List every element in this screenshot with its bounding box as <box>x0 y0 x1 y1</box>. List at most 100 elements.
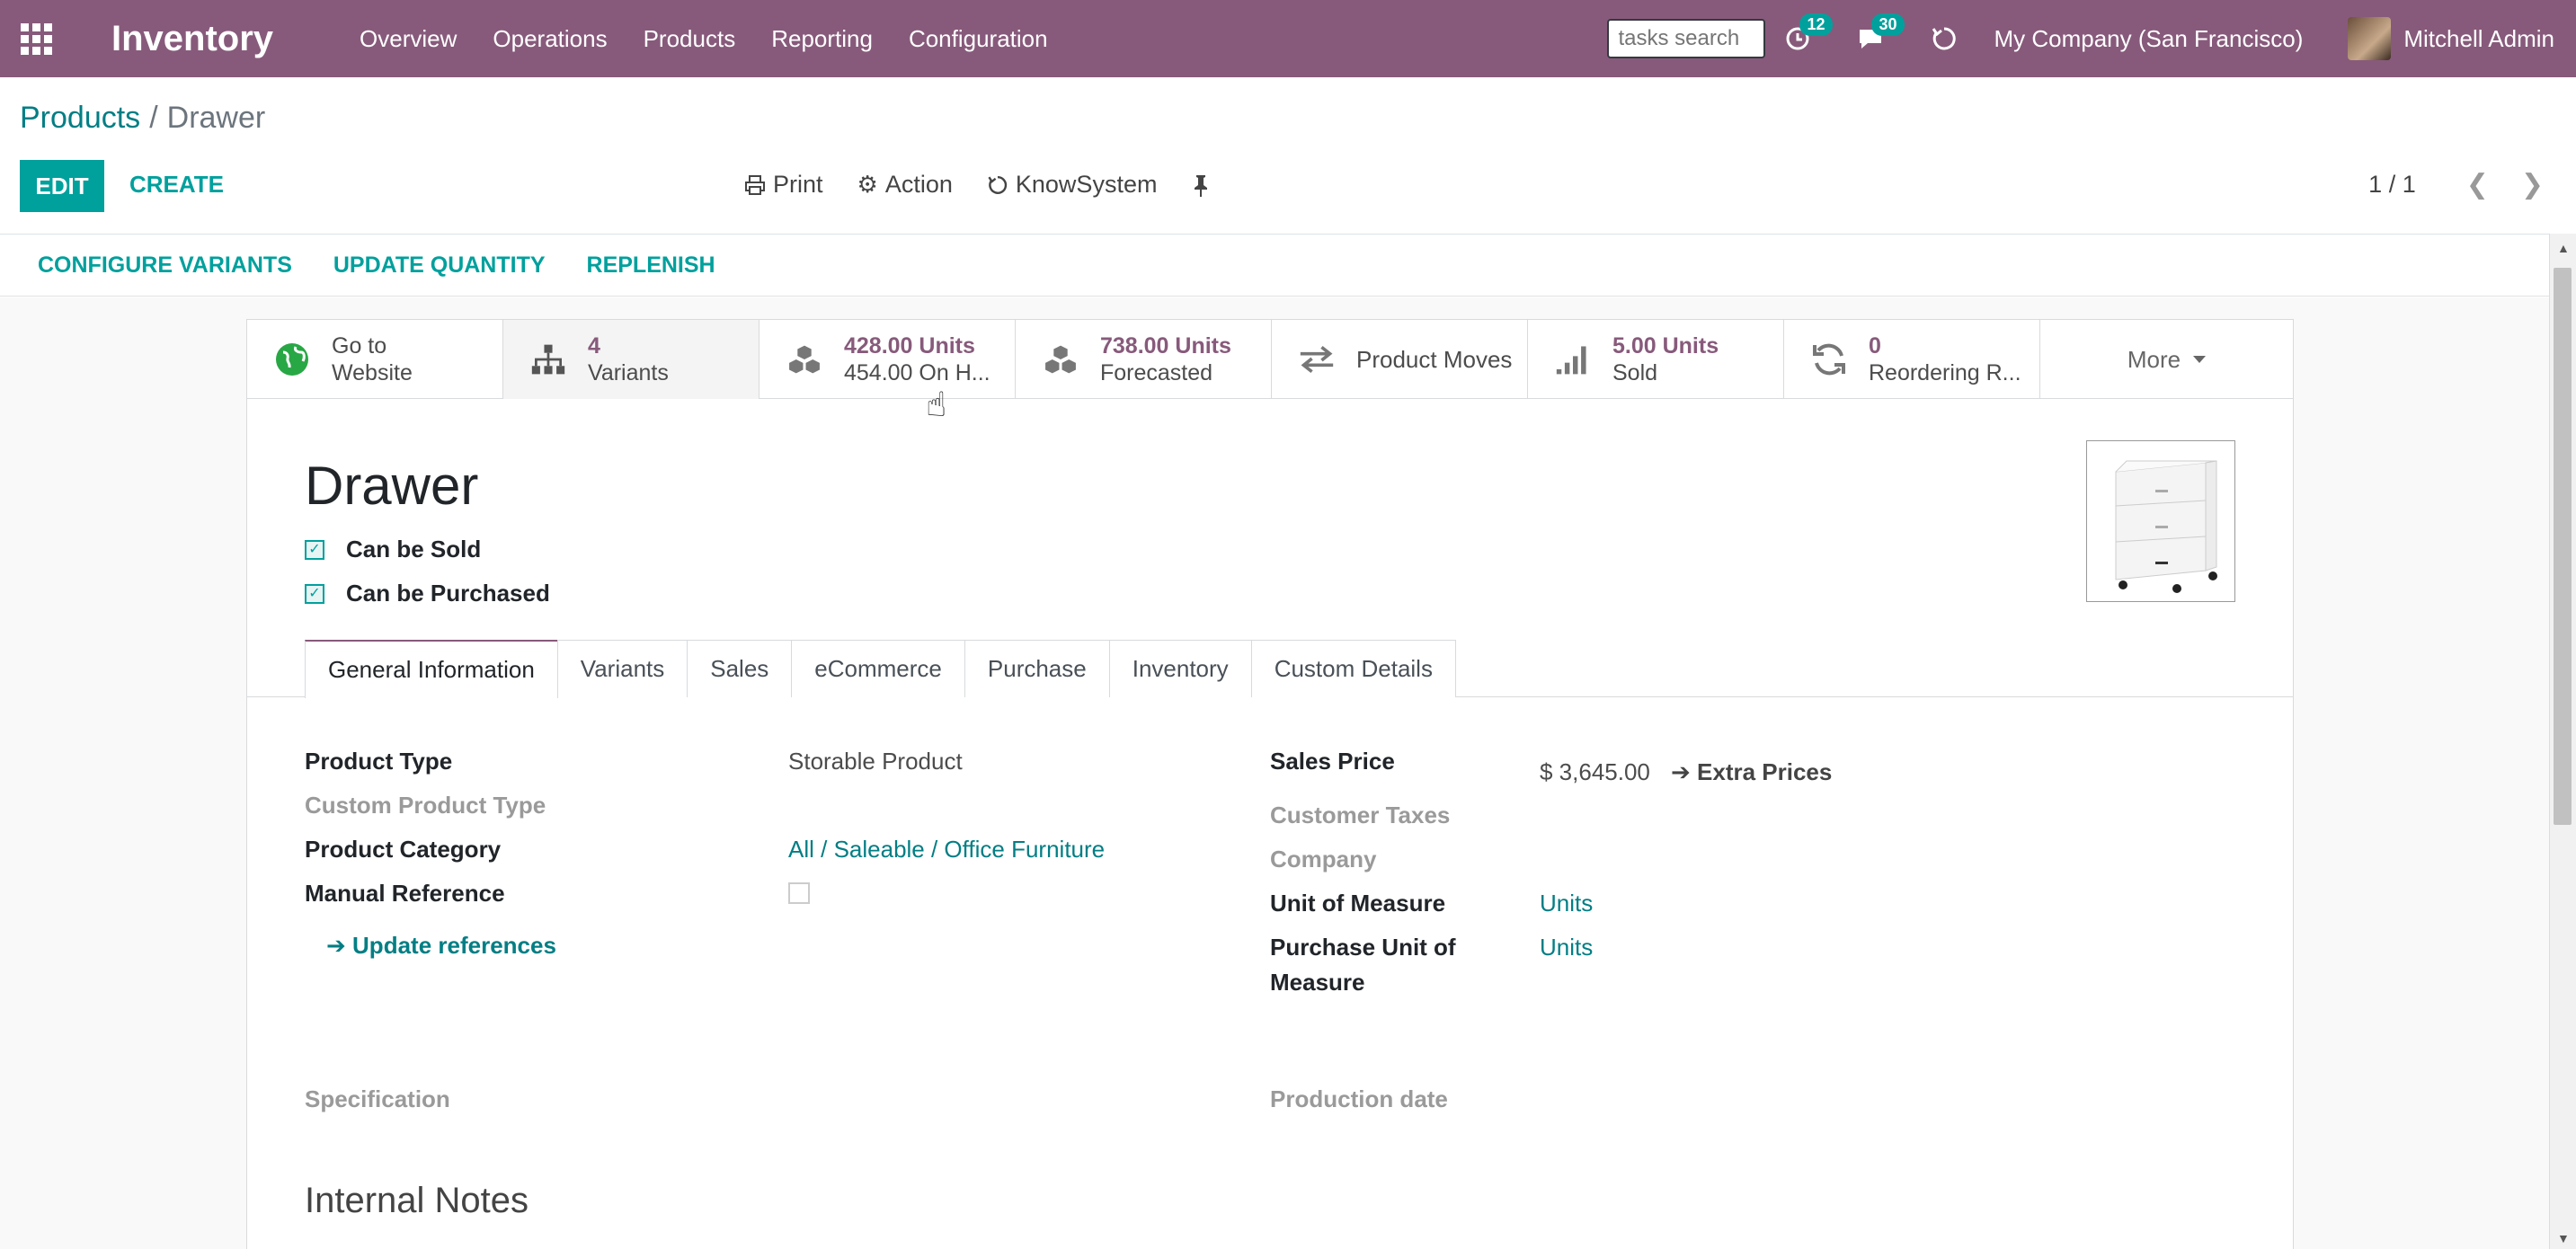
smart-button-box: Go to Website 4 Variants ☝ 428.00 Units 454… <box>247 320 2293 424</box>
tab-sales[interactable]: Sales <box>687 640 793 697</box>
user-menu[interactable]: Mitchell Admin <box>2403 25 2554 53</box>
configure-variants-button[interactable]: CONFIGURE VARIANTS <box>38 252 292 279</box>
update-references-button[interactable]: ➔ Update references <box>326 932 556 960</box>
messages-button[interactable]: 30 <box>1857 13 1905 51</box>
globe-icon <box>274 341 310 377</box>
pin-icon <box>1195 174 1208 197</box>
product-category-label: Product Category <box>305 836 502 863</box>
can-be-sold-checkbox[interactable]: ✓ <box>305 539 324 560</box>
tab-general-information[interactable]: General Information <box>305 640 558 698</box>
sold-quantity: 5.00 Units <box>1612 333 1719 359</box>
product-moves-label: Product Moves <box>1356 346 1513 373</box>
apps-menu-icon[interactable] <box>0 0 72 77</box>
reordering-smart-button[interactable]: 0 Reordering R... <box>1784 320 2040 399</box>
product-image[interactable] <box>2086 440 2235 602</box>
create-button[interactable]: CREATE <box>129 171 224 199</box>
scroll-down-arrow-icon[interactable]: ▼ <box>2557 1231 2570 1245</box>
product-name[interactable]: Drawer <box>305 455 478 517</box>
tab-purchase[interactable]: Purchase <box>964 640 1110 697</box>
can-be-sold-label: Can be Sold <box>346 536 482 562</box>
replenish-button[interactable]: REPLENISH <box>587 252 715 279</box>
knowsystem-systray[interactable] <box>1931 25 1958 52</box>
forecasted-smart-button[interactable]: 738.00 Units Forecasted <box>1016 320 1272 399</box>
exchange-arrows-icon <box>1299 341 1335 377</box>
menu-configuration[interactable]: Configuration <box>909 25 1048 53</box>
reordering-label: Reordering R... <box>1869 360 2021 385</box>
tab-custom-details[interactable]: Custom Details <box>1250 640 1456 697</box>
variants-smart-button[interactable]: 4 Variants ☝ <box>503 320 946 424</box>
sales-price-value[interactable]: $ 3,645.00 <box>1540 758 1650 786</box>
custom-product-type-label: Custom Product Type <box>305 792 546 819</box>
form-view: Go to Website 4 Variants ☝ 428.00 Units 454… <box>0 297 2549 1249</box>
print-menu[interactable]: Print <box>744 171 823 199</box>
website-line1: Go to <box>332 333 387 359</box>
tab-variants[interactable]: Variants <box>556 640 688 697</box>
pager-value[interactable]: 1 / 1 <box>2368 171 2416 199</box>
messages-count-badge: 30 <box>1871 13 1905 36</box>
menu-overview[interactable]: Overview <box>360 25 457 53</box>
form-sheet: Go to Website 4 Variants ☝ 428.00 Units 454… <box>246 319 2294 1249</box>
sold-label: Sold <box>1612 360 1658 385</box>
tasks-search-input[interactable] <box>1607 19 1766 58</box>
top-navbar: Inventory Overview Operations Products R… <box>0 0 2576 77</box>
tab-ecommerce[interactable]: eCommerce <box>791 640 965 697</box>
website-line2: Website <box>332 360 413 385</box>
purchase-uom-label-2: Measure <box>1270 969 1365 996</box>
pager-next-icon[interactable]: ❯ <box>2521 169 2544 200</box>
edit-button[interactable]: EDIT <box>20 160 104 212</box>
scroll-thumb[interactable] <box>2554 268 2572 825</box>
knowsystem-menu[interactable]: KnowSystem <box>987 171 1157 199</box>
breadcrumb: Products / Drawer <box>20 101 265 136</box>
product-type-label: Product Type <box>305 748 453 775</box>
product-category-value[interactable]: All / Saleable / Office Furniture <box>788 836 1105 864</box>
manual-reference-checkbox[interactable] <box>788 882 810 904</box>
refresh-icon <box>1932 27 1957 50</box>
product-moves-smart-button[interactable]: Product Moves <box>1272 320 1528 399</box>
update-quantity-button[interactable]: UPDATE QUANTITY <box>333 252 546 279</box>
menu-reporting[interactable]: Reporting <box>771 25 873 53</box>
menu-products[interactable]: Products <box>644 25 736 53</box>
pager-previous-icon[interactable]: ❮ <box>2466 169 2489 200</box>
purchase-uom-value[interactable]: Units <box>1540 934 1593 961</box>
vertical-scrollbar[interactable]: ▲ ▼ <box>2549 234 2576 1249</box>
product-type-value[interactable]: Storable Product <box>788 748 963 775</box>
gear-icon: ⚙ <box>857 171 878 198</box>
caret-down-icon <box>2193 356 2207 363</box>
scroll-up-arrow-icon[interactable]: ▲ <box>2557 241 2570 255</box>
app-title[interactable]: Inventory <box>111 19 273 59</box>
variants-label: Variants <box>588 360 669 385</box>
notebook-tabs: General Information Variants Sales eComm… <box>247 640 2293 698</box>
extra-prices-button[interactable]: ➔ Extra Prices <box>1671 758 1832 786</box>
manual-reference-label: Manual Reference <box>305 880 505 907</box>
pager: 1 / 1 ❮ ❯ <box>2368 169 2576 200</box>
on-hand-smart-button[interactable]: 428.00 Units 454.00 On H... <box>759 320 1016 399</box>
print-label: Print <box>773 171 823 198</box>
more-smart-buttons[interactable]: More <box>2040 320 2293 399</box>
update-references-label: Update references <box>352 932 556 959</box>
action-label: Action <box>884 171 953 198</box>
main-menu: Overview Operations Products Reporting C… <box>360 25 1048 53</box>
can-be-purchased-checkbox[interactable]: ✓ <box>305 583 324 604</box>
forecast-cubes-icon <box>1043 341 1079 377</box>
website-smart-button[interactable]: Go to Website <box>247 320 503 399</box>
pin-button[interactable] <box>1191 171 1211 199</box>
menu-operations[interactable]: Operations <box>493 25 607 53</box>
sold-smart-button[interactable]: 5.00 Units Sold <box>1528 320 1784 399</box>
uom-value[interactable]: Units <box>1540 890 1593 917</box>
extra-prices-arrow-icon: ➔ <box>1671 758 1691 785</box>
can-be-purchased-row: ✓ Can be Purchased <box>305 580 550 607</box>
can-be-sold-row: ✓ Can be Sold <box>305 536 481 563</box>
company-switcher[interactable]: My Company (San Francisco) <box>1994 25 2303 53</box>
extra-prices-label: Extra Prices <box>1697 758 1833 785</box>
sitemap-icon <box>530 341 566 377</box>
on-hand-quantity: 428.00 Units <box>844 333 975 359</box>
internal-notes-heading: Internal Notes <box>305 1181 529 1220</box>
activity-button[interactable]: 12 <box>1785 13 1833 51</box>
cubes-icon <box>786 341 822 377</box>
breadcrumb-products[interactable]: Products <box>20 101 140 135</box>
forecasted-quantity: 738.00 Units <box>1100 333 1231 359</box>
action-menu[interactable]: ⚙ Action <box>857 171 953 199</box>
tab-inventory[interactable]: Inventory <box>1108 640 1252 697</box>
reordering-count: 0 <box>1869 333 1881 359</box>
user-avatar[interactable] <box>2348 17 2392 60</box>
